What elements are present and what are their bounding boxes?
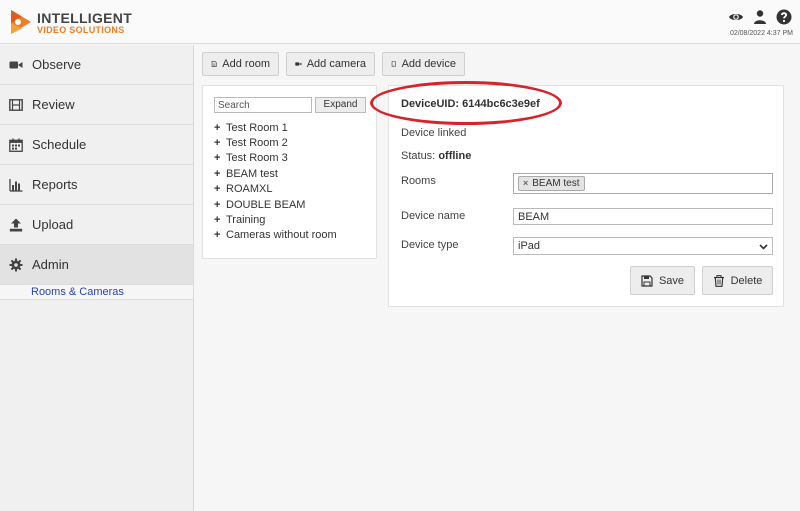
status-label: Status: [401,150,436,162]
gear-icon [9,258,23,271]
sidebar-item-admin[interactable]: Admin [0,245,193,285]
header-datetime: 02/08/2022 4:37 PM [729,30,793,37]
device-type-value: iPad [518,240,541,252]
save-label: Save [658,274,685,287]
app-header: INTELLIGENT VIDEO SOLUTIONS 02/08/2022 4… [0,0,800,44]
delete-label: Delete [730,274,763,287]
tablet-icon [391,61,396,67]
tree-item[interactable]: + Test Room 1 [214,120,337,135]
tree-item[interactable]: + DOUBLE BEAM [214,197,337,212]
add-camera-button[interactable]: Add camera [286,52,375,76]
trash-icon [713,274,724,287]
room-tree-panel: Expand +Test Room 1 +Test Room 2 +Test R… [202,85,377,259]
sidebar-item-upload[interactable]: Upload [0,205,193,245]
plus-icon[interactable]: + [214,214,226,226]
logo-subtitle: VIDEO SOLUTIONS [37,25,125,35]
video-camera-icon [295,62,302,66]
logo-play-icon [11,10,31,34]
tree-item-label: Test Room 3 [226,152,288,165]
plus-icon[interactable]: + [214,199,226,211]
plus-icon[interactable]: + [214,152,226,164]
room-tag-label: BEAM test [532,178,580,189]
rooms-label: Rooms [401,175,436,187]
device-type-label: Device type [401,239,459,251]
status-value: offline [438,150,472,162]
calendar-icon [9,138,23,152]
bar-chart-icon [9,178,23,192]
tree-item-label: Test Room 2 [226,137,288,150]
add-device-label: Add device [401,58,456,70]
logo-title: INTELLIGENT [37,10,133,26]
eye-icon[interactable] [728,9,744,25]
add-device-button[interactable]: Add device [382,52,465,76]
sidebar-item-label: Reports [32,177,78,192]
sidebar-item-review[interactable]: Review [0,85,193,125]
plus-icon[interactable]: + [214,122,226,134]
sidebar-item-label: Observe [32,57,82,72]
tree-item-label: Test Room 1 [226,121,288,134]
tree-item[interactable]: + Cameras without room [214,228,337,243]
help-icon[interactable] [776,9,792,25]
room-tag: × BEAM test [518,176,585,191]
sidebar-item-schedule[interactable]: Schedule [0,125,193,165]
add-room-label: Add room [222,58,270,70]
video-camera-icon [9,61,23,68]
film-icon [9,98,23,111]
device-name-label: Device name [401,210,466,222]
user-icon[interactable] [752,9,768,25]
save-button[interactable]: Save [630,266,695,295]
expand-button[interactable]: Expand [315,97,366,113]
floppy-disk-icon [641,274,653,287]
tree-item-label: Training [226,214,266,227]
sidebar-subitem-rooms-cameras[interactable]: Rooms & Cameras [0,285,193,300]
sidebar-item-label: Upload [32,217,74,232]
rooms-multiselect[interactable]: × BEAM test [513,173,773,194]
tree-item[interactable]: + Test Room 2 [214,135,337,150]
add-camera-label: Add camera [306,58,366,70]
tree-item-label: BEAM test [226,167,278,180]
search-input[interactable] [214,97,312,113]
tree-item-label: Cameras without room [226,229,337,242]
device-status: Status: offline [401,150,471,162]
delete-button[interactable]: Delete [702,266,773,295]
device-name-input[interactable] [513,208,773,225]
sidebar: Observe Review Schedule Reports Upload A… [0,45,194,511]
upload-icon [9,218,23,231]
device-type-select[interactable]: iPad [513,237,773,255]
device-details-panel: DeviceUID: 6144bc6c3e9ef Device linked S… [388,85,784,307]
remove-tag-icon[interactable]: × [523,177,528,190]
sidebar-item-observe[interactable]: Observe [0,45,193,85]
chevron-down-icon [759,244,768,250]
sidebar-item-label: Admin [32,257,69,272]
tree-item[interactable]: + Test Room 3 [214,151,337,166]
add-room-button[interactable]: Add room [202,52,279,76]
tree-item-label: ROAMXL [226,183,273,196]
room-tree-list: + Test Room 1 + Test Room 2 + Test Room 3 +… [214,120,337,243]
app-logo[interactable]: INTELLIGENT VIDEO SOLUTIONS [10,7,133,37]
tree-item-label: DOUBLE BEAM [226,198,306,211]
tree-item[interactable]: + BEAM test [214,166,337,181]
tree-item[interactable]: + ROAMXL [214,182,337,197]
device-linked-text: Device linked [401,127,467,139]
device-uid: DeviceUID: 6144bc6c3e9ef [401,98,540,110]
plus-icon[interactable]: + [214,229,226,241]
plus-icon[interactable]: + [214,137,226,149]
document-icon [211,60,217,68]
plus-icon[interactable]: + [214,168,226,180]
sidebar-item-label: Review [32,97,75,112]
tree-item[interactable]: + Training [214,212,337,227]
sidebar-item-label: Schedule [32,137,87,152]
sidebar-item-reports[interactable]: Reports [0,165,193,205]
plus-icon[interactable]: + [214,183,226,195]
